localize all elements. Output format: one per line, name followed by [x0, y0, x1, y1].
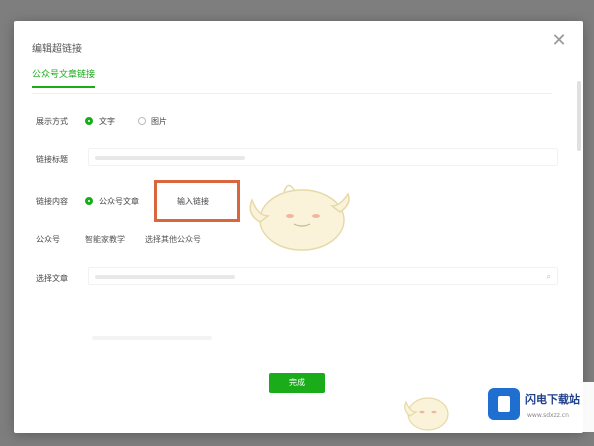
radio-image-label: 图片	[151, 117, 167, 126]
radio-text-label: 文字	[99, 117, 115, 126]
tab-bar: 公众号文章链接	[32, 67, 552, 94]
radio-article[interactable]	[85, 197, 93, 205]
input-link-option[interactable]: 输入链接	[177, 196, 209, 207]
dialog-title: 编辑超链接	[32, 44, 82, 55]
watermark-brand: 闪电下载站	[525, 393, 580, 406]
account-name: 智能家教学	[85, 235, 125, 244]
link-content-label: 链接内容	[36, 197, 68, 206]
watermark-url: www.sdxzz.cn	[527, 412, 569, 419]
display-mode-label: 展示方式	[36, 117, 68, 126]
article-label: 选择文章	[36, 274, 68, 283]
select-account-link[interactable]: 选择其他公众号	[145, 234, 201, 245]
account-label: 公众号	[36, 235, 60, 244]
tab-article-link[interactable]: 公众号文章链接	[32, 67, 96, 88]
radio-text[interactable]	[85, 117, 93, 125]
search-icon[interactable]: ⌕	[547, 268, 551, 286]
lightning-logo-icon	[488, 388, 520, 420]
article-search-input[interactable]: ⌕	[88, 267, 558, 285]
radio-image[interactable]	[138, 117, 146, 125]
mascot-small-icon	[404, 397, 449, 431]
mascot-icon	[249, 184, 350, 251]
radio-article-label: 公众号文章	[99, 197, 139, 206]
link-title-input[interactable]	[88, 148, 558, 166]
watermark-badge: 闪电下载站 www.sdxzz.cn	[483, 382, 594, 432]
link-title-label: 链接标题	[36, 155, 68, 164]
close-icon[interactable]: ✕	[549, 31, 569, 51]
confirm-button[interactable]: 完成	[269, 373, 325, 393]
scrollbar[interactable]	[577, 81, 581, 151]
